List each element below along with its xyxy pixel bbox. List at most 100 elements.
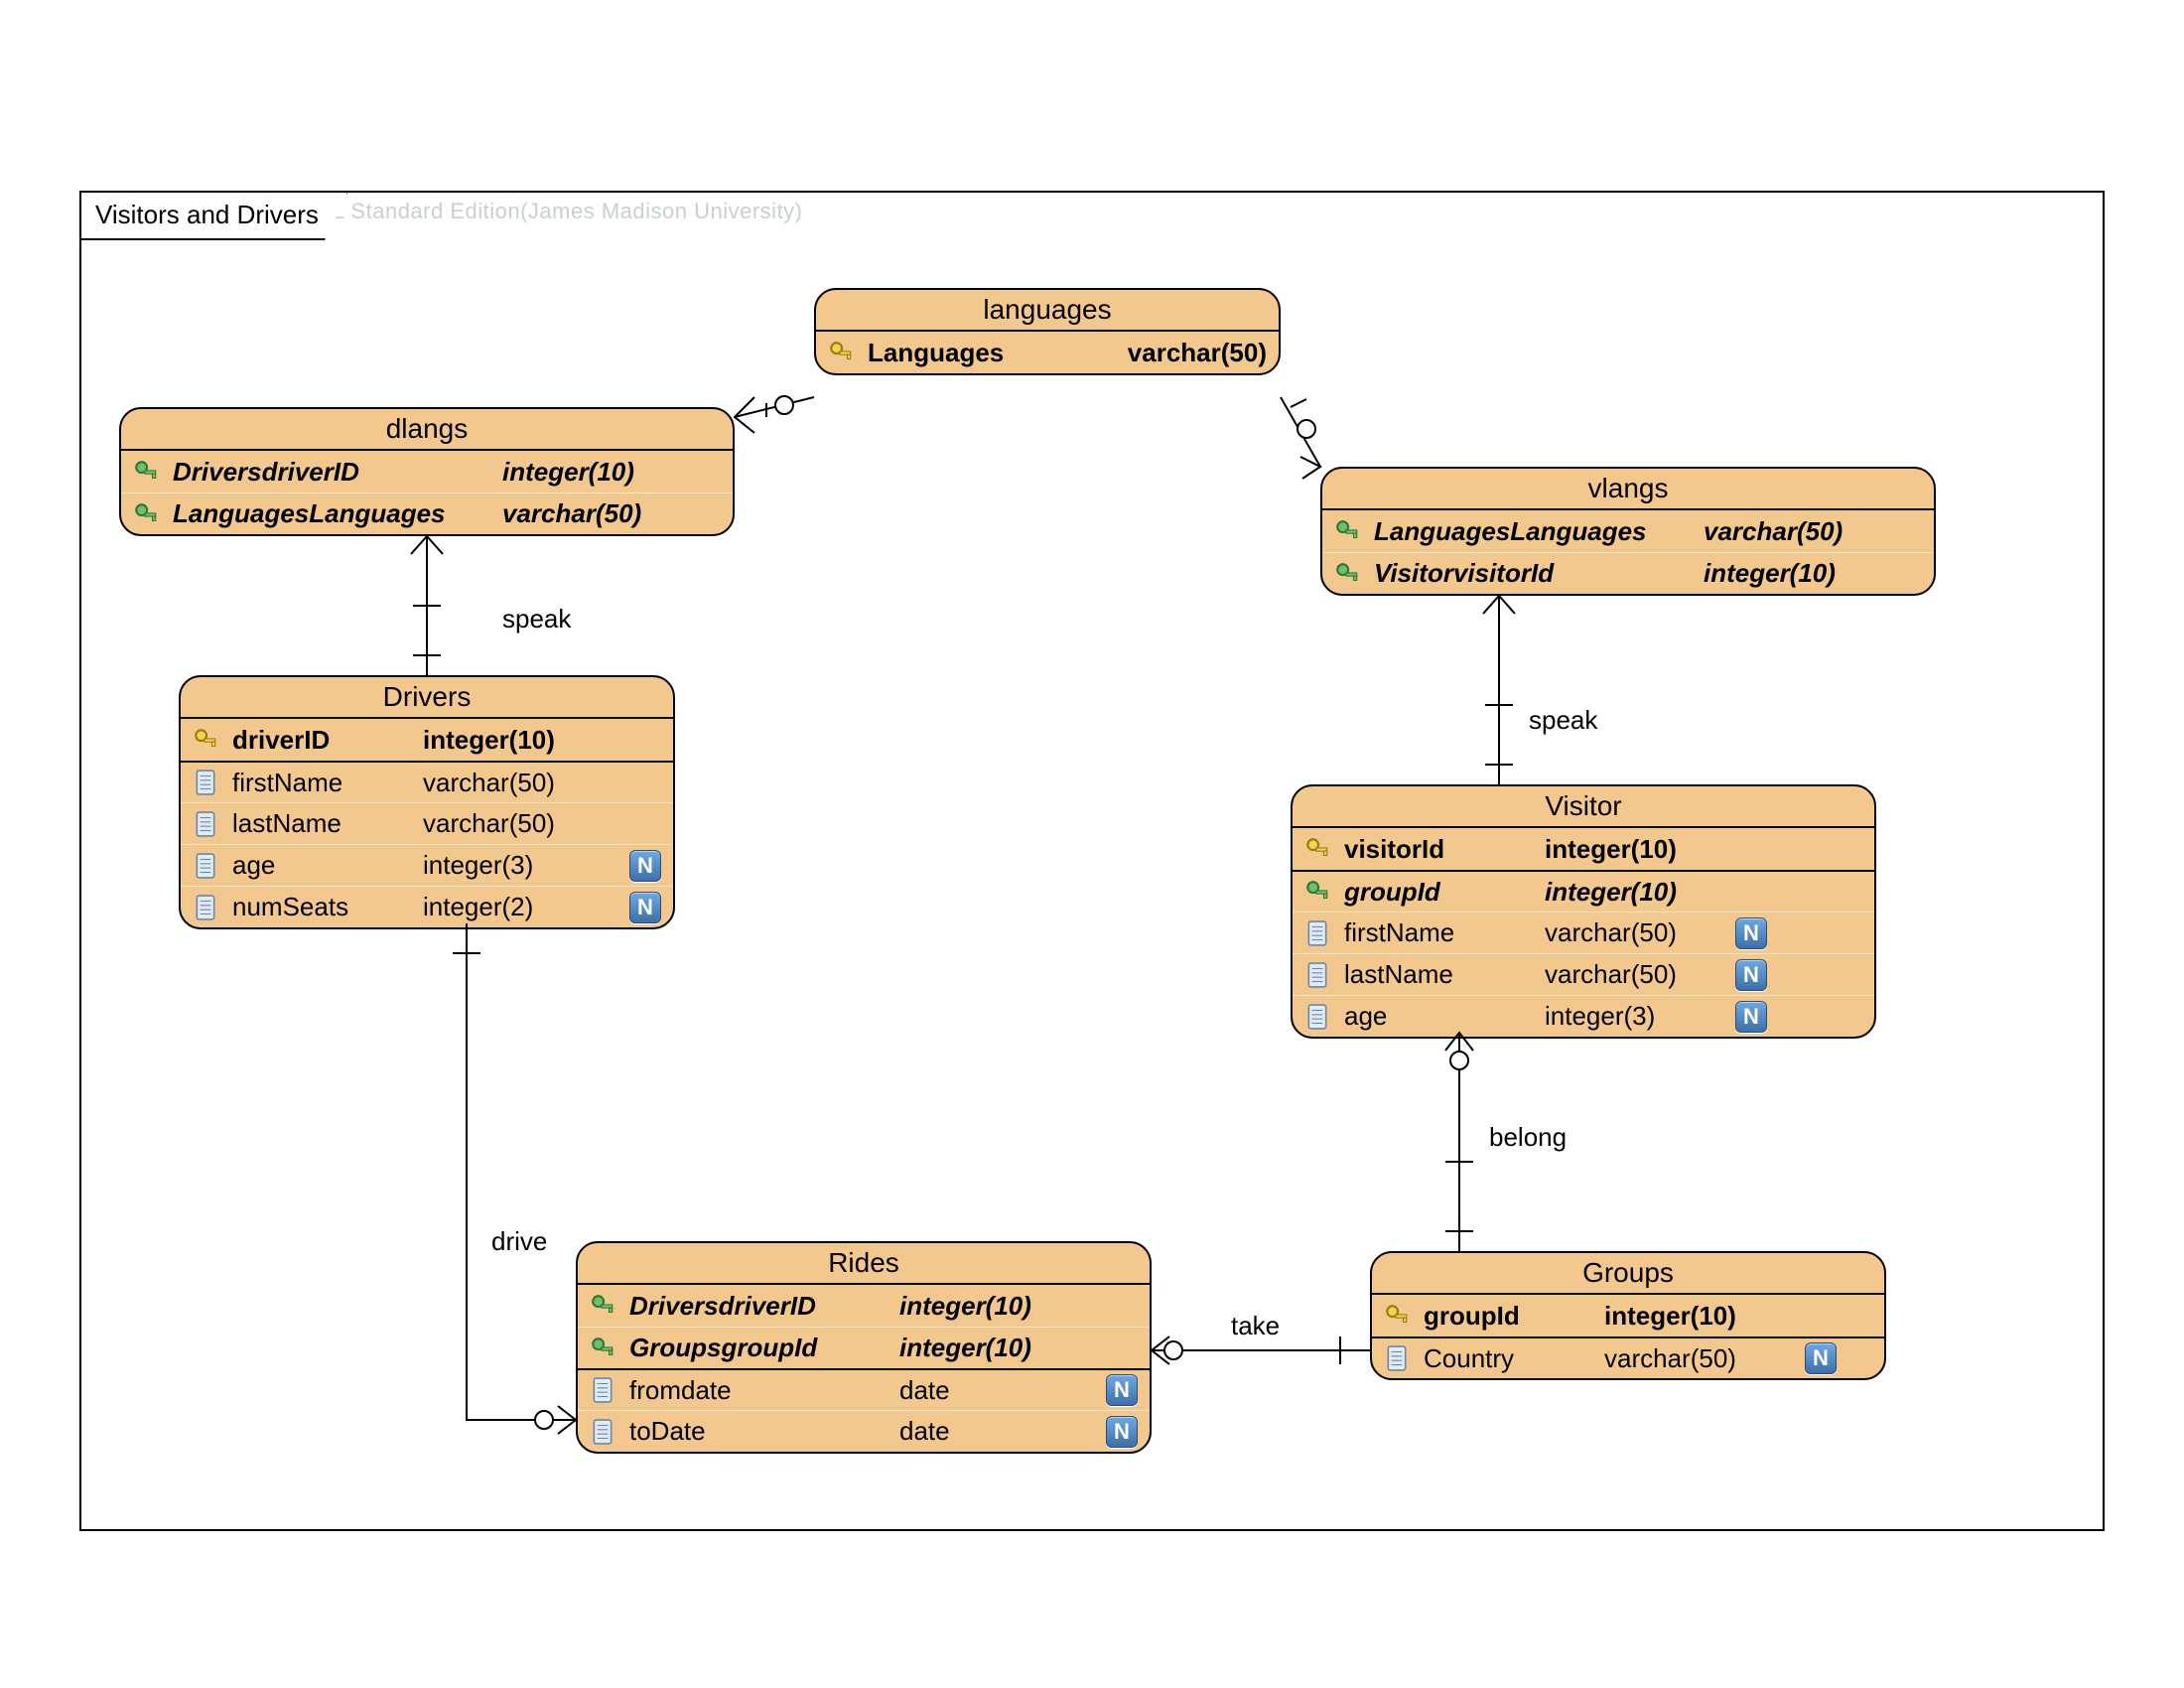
col-type: integer(10): [1704, 558, 1836, 589]
col-name: LanguagesLanguages: [173, 498, 490, 529]
fkey-icon: [1332, 561, 1362, 587]
col-name: toDate: [629, 1416, 887, 1447]
entity-visitor[interactable]: Visitor visitorId integer(10) groupId in…: [1291, 784, 1876, 1039]
row-pk: driverID integer(10): [181, 719, 673, 761]
nullable-badge: N: [1106, 1416, 1138, 1448]
nullable-badge: N: [1805, 1342, 1837, 1374]
col-type: date: [899, 1375, 1038, 1406]
entity-dlangs[interactable]: dlangs DriversdriverID integer(10) Langu…: [119, 407, 735, 536]
col-type: integer(10): [899, 1291, 1031, 1322]
row-col: lastName varchar(50): [181, 802, 673, 844]
col-type: integer(10): [1545, 877, 1677, 908]
entity-languages[interactable]: languages Languages varchar(50): [814, 288, 1281, 375]
entity-rows: groupId integer(10) Country varchar(50) …: [1372, 1295, 1884, 1378]
column-icon: [191, 811, 220, 837]
col-name: VisitorvisitorId: [1374, 558, 1692, 589]
nullable-badge: N: [1735, 1001, 1767, 1033]
col-type: integer(3): [1545, 1001, 1723, 1032]
nullable-badge: N: [629, 850, 661, 882]
fkey-icon: [588, 1336, 617, 1361]
key-icon: [191, 727, 220, 753]
col-type: integer(2): [423, 892, 582, 922]
row-fk: LanguagesLanguages varchar(50): [121, 492, 733, 534]
column-icon: [1382, 1345, 1412, 1371]
column-icon: [1302, 920, 1332, 946]
col-type: integer(10): [1545, 834, 1677, 865]
entity-title: dlangs: [121, 409, 733, 451]
fkey-icon: [131, 459, 161, 485]
col-type: date: [899, 1416, 1038, 1447]
row-pk: Languages varchar(50): [816, 332, 1279, 373]
col-type: varchar(50): [423, 768, 555, 798]
col-name: visitorId: [1344, 834, 1533, 865]
column-icon: [191, 770, 220, 795]
column-icon: [588, 1419, 617, 1445]
col-type: integer(10): [899, 1333, 1031, 1363]
row-fk: groupId integer(10): [1293, 870, 1874, 912]
col-type: varchar(50): [502, 498, 641, 529]
column-icon: [1302, 962, 1332, 988]
col-type: integer(10): [1604, 1301, 1736, 1332]
entity-groups[interactable]: Groups groupId integer(10) Country varch…: [1370, 1251, 1886, 1380]
entity-title: Drivers: [181, 677, 673, 719]
col-type: varchar(50): [1704, 516, 1843, 547]
rel-take: take: [1231, 1311, 1280, 1341]
column-icon: [1302, 1004, 1332, 1030]
entity-rows: visitorId integer(10) groupId integer(10…: [1293, 828, 1874, 1037]
col-name: firstName: [1344, 917, 1533, 948]
fkey-icon: [1302, 879, 1332, 905]
col-name: DriversdriverID: [173, 457, 490, 488]
entity-rows: Languages varchar(50): [816, 332, 1279, 373]
fkey-icon: [131, 501, 161, 527]
entity-rows: DriversdriverID integer(10) GroupsgroupI…: [578, 1285, 1150, 1452]
col-name: fromdate: [629, 1375, 887, 1406]
nullable-badge: N: [1735, 959, 1767, 991]
entity-title: languages: [816, 290, 1279, 332]
row-fk: DriversdriverID integer(10): [121, 451, 733, 492]
column-icon: [191, 895, 220, 920]
row-fk: GroupsgroupId integer(10): [578, 1327, 1150, 1368]
col-name: Country: [1424, 1343, 1592, 1374]
col-name: groupId: [1344, 877, 1533, 908]
entity-title: Visitor: [1293, 786, 1874, 828]
col-name: groupId: [1424, 1301, 1592, 1332]
col-name: LanguagesLanguages: [1374, 516, 1692, 547]
entity-rides[interactable]: Rides DriversdriverID integer(10) Groups…: [576, 1241, 1152, 1454]
col-type: varchar(50): [1545, 917, 1723, 948]
row-col: age integer(3) N: [181, 844, 673, 886]
col-name: GroupsgroupId: [629, 1333, 887, 1363]
fkey-icon: [588, 1293, 617, 1319]
col-name: Languages: [868, 338, 1004, 368]
col-name: numSeats: [232, 892, 411, 922]
entity-rows: driverID integer(10) firstName varchar(5…: [181, 719, 673, 927]
row-fk: DriversdriverID integer(10): [578, 1285, 1150, 1327]
rel-speak-2: speak: [1529, 705, 1597, 736]
row-fk: VisitorvisitorId integer(10): [1322, 552, 1934, 594]
row-col: fromdate date N: [578, 1368, 1150, 1410]
column-icon: [191, 853, 220, 879]
col-name: DriversdriverID: [629, 1291, 887, 1322]
erd-canvas: Visual Paradigm for UML Standard Edition…: [0, 0, 2184, 1688]
entity-vlangs[interactable]: vlangs LanguagesLanguages varchar(50) Vi…: [1320, 467, 1936, 596]
nullable-badge: N: [629, 892, 661, 923]
entity-title: Rides: [578, 1243, 1150, 1285]
row-col: firstName varchar(50): [181, 761, 673, 802]
nullable-badge: N: [1106, 1374, 1138, 1406]
col-name: age: [232, 850, 411, 881]
col-name: driverID: [232, 725, 411, 756]
col-type: integer(3): [423, 850, 582, 881]
row-col: numSeats integer(2) N: [181, 886, 673, 927]
col-type: varchar(50): [1604, 1343, 1793, 1374]
nullable-badge: N: [1735, 917, 1767, 949]
rel-drive: drive: [491, 1226, 547, 1257]
col-name: lastName: [1344, 959, 1533, 990]
column-icon: [588, 1377, 617, 1403]
entity-title: Groups: [1372, 1253, 1884, 1295]
row-col: firstName varchar(50) N: [1293, 912, 1874, 953]
col-name: lastName: [232, 808, 411, 839]
entity-rows: LanguagesLanguages varchar(50) Visitorvi…: [1322, 510, 1934, 594]
diagram-title: Visitors and Drivers: [79, 191, 348, 240]
row-pk: visitorId integer(10): [1293, 828, 1874, 870]
col-type: varchar(50): [1545, 959, 1723, 990]
entity-drivers[interactable]: Drivers driverID integer(10) firstName v…: [179, 675, 675, 929]
